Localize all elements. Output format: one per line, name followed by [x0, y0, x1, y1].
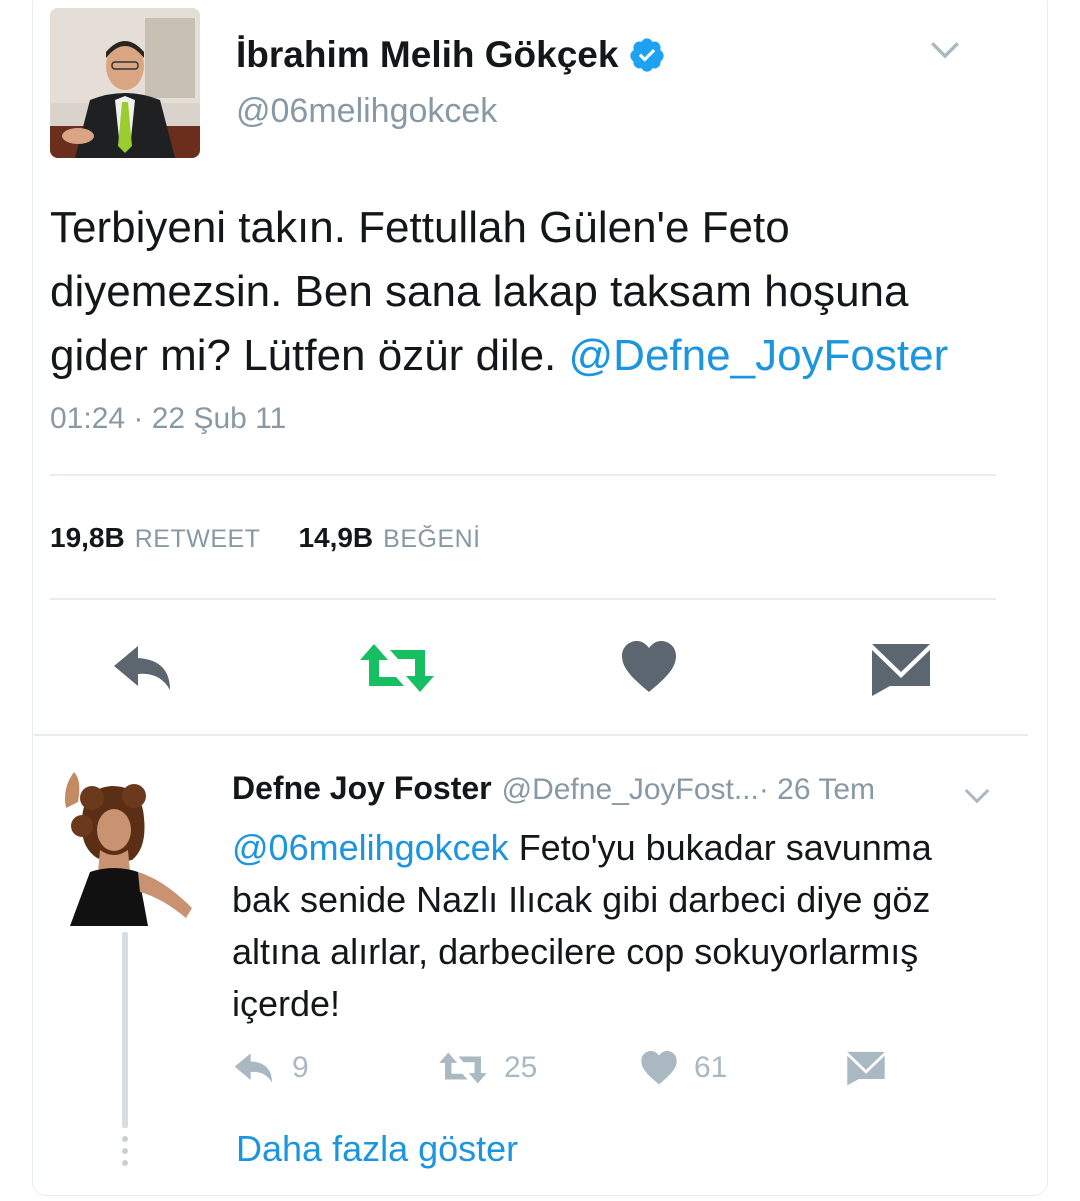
- heart-icon[interactable]: [620, 640, 678, 694]
- reply-count: 9: [292, 1051, 309, 1084]
- retweet-count[interactable]: 19,8B: [50, 522, 125, 554]
- divider: [50, 598, 996, 600]
- retweet-label[interactable]: RETWEET: [135, 525, 261, 554]
- show-more-link[interactable]: Daha fazla göster: [236, 1128, 518, 1170]
- reply-icon: [234, 1053, 272, 1083]
- divider: [34, 734, 1028, 736]
- like-label[interactable]: BEĞENİ: [383, 525, 480, 554]
- verified-badge-icon: [630, 38, 665, 72]
- reply-message-button[interactable]: [846, 1050, 886, 1086]
- tweet-timestamp[interactable]: 01:24 · 22 Şub 11: [50, 402, 286, 436]
- chevron-down-icon[interactable]: [928, 32, 962, 66]
- like-count[interactable]: 14,9B: [298, 522, 373, 554]
- reply-like-count: 61: [694, 1051, 728, 1084]
- envelope-icon[interactable]: [870, 642, 932, 696]
- reply-text: @06melihgokcek Feto'yu bukadar savunma b…: [232, 822, 992, 1030]
- mention-link[interactable]: @Defne_JoyFoster: [569, 331, 949, 380]
- reply-date[interactable]: · 26 Tem: [759, 773, 875, 807]
- tweet-text: Terbiyeni takın. Fettullah Gülen'e Feto …: [50, 196, 1010, 388]
- reply-header: Defne Joy Foster @Defne_JoyFost... · 26 …: [232, 770, 992, 807]
- tweet-stats: 19,8B RETWEET 14,9B BEĞENİ: [50, 522, 481, 554]
- author-handle[interactable]: @06melihgokcek: [236, 92, 497, 131]
- thread-dot: [122, 1160, 128, 1166]
- author-avatar[interactable]: [50, 8, 200, 158]
- retweet-icon: [439, 1052, 487, 1084]
- chevron-down-icon[interactable]: [962, 780, 992, 810]
- retweet-icon[interactable]: [358, 640, 436, 696]
- avatar-photo-icon: [50, 8, 200, 158]
- reply-mention-link[interactable]: @06melihgokcek: [232, 827, 509, 868]
- reply-reply-button[interactable]: 9: [232, 1050, 309, 1086]
- heart-icon: [641, 1050, 677, 1085]
- thread-line: [122, 932, 128, 1128]
- envelope-icon: [847, 1051, 885, 1086]
- reply-like-button[interactable]: 61: [640, 1050, 727, 1086]
- thread-dot: [122, 1148, 128, 1154]
- thread-dot: [122, 1136, 128, 1142]
- reply-retweet-button[interactable]: 25: [438, 1050, 537, 1086]
- avatar-photo-icon: [52, 768, 200, 926]
- reply-icon[interactable]: [110, 642, 176, 694]
- divider: [50, 474, 996, 476]
- reply-author-name[interactable]: Defne Joy Foster: [232, 770, 492, 807]
- reply-retweet-count: 25: [504, 1051, 538, 1084]
- author-name-text: İbrahim Melih Gökçek: [236, 34, 619, 75]
- reply-author-handle[interactable]: @Defne_JoyFost...: [502, 773, 759, 807]
- reply-author-avatar[interactable]: [52, 768, 200, 926]
- author-name[interactable]: İbrahim Melih Gökçek: [236, 34, 666, 76]
